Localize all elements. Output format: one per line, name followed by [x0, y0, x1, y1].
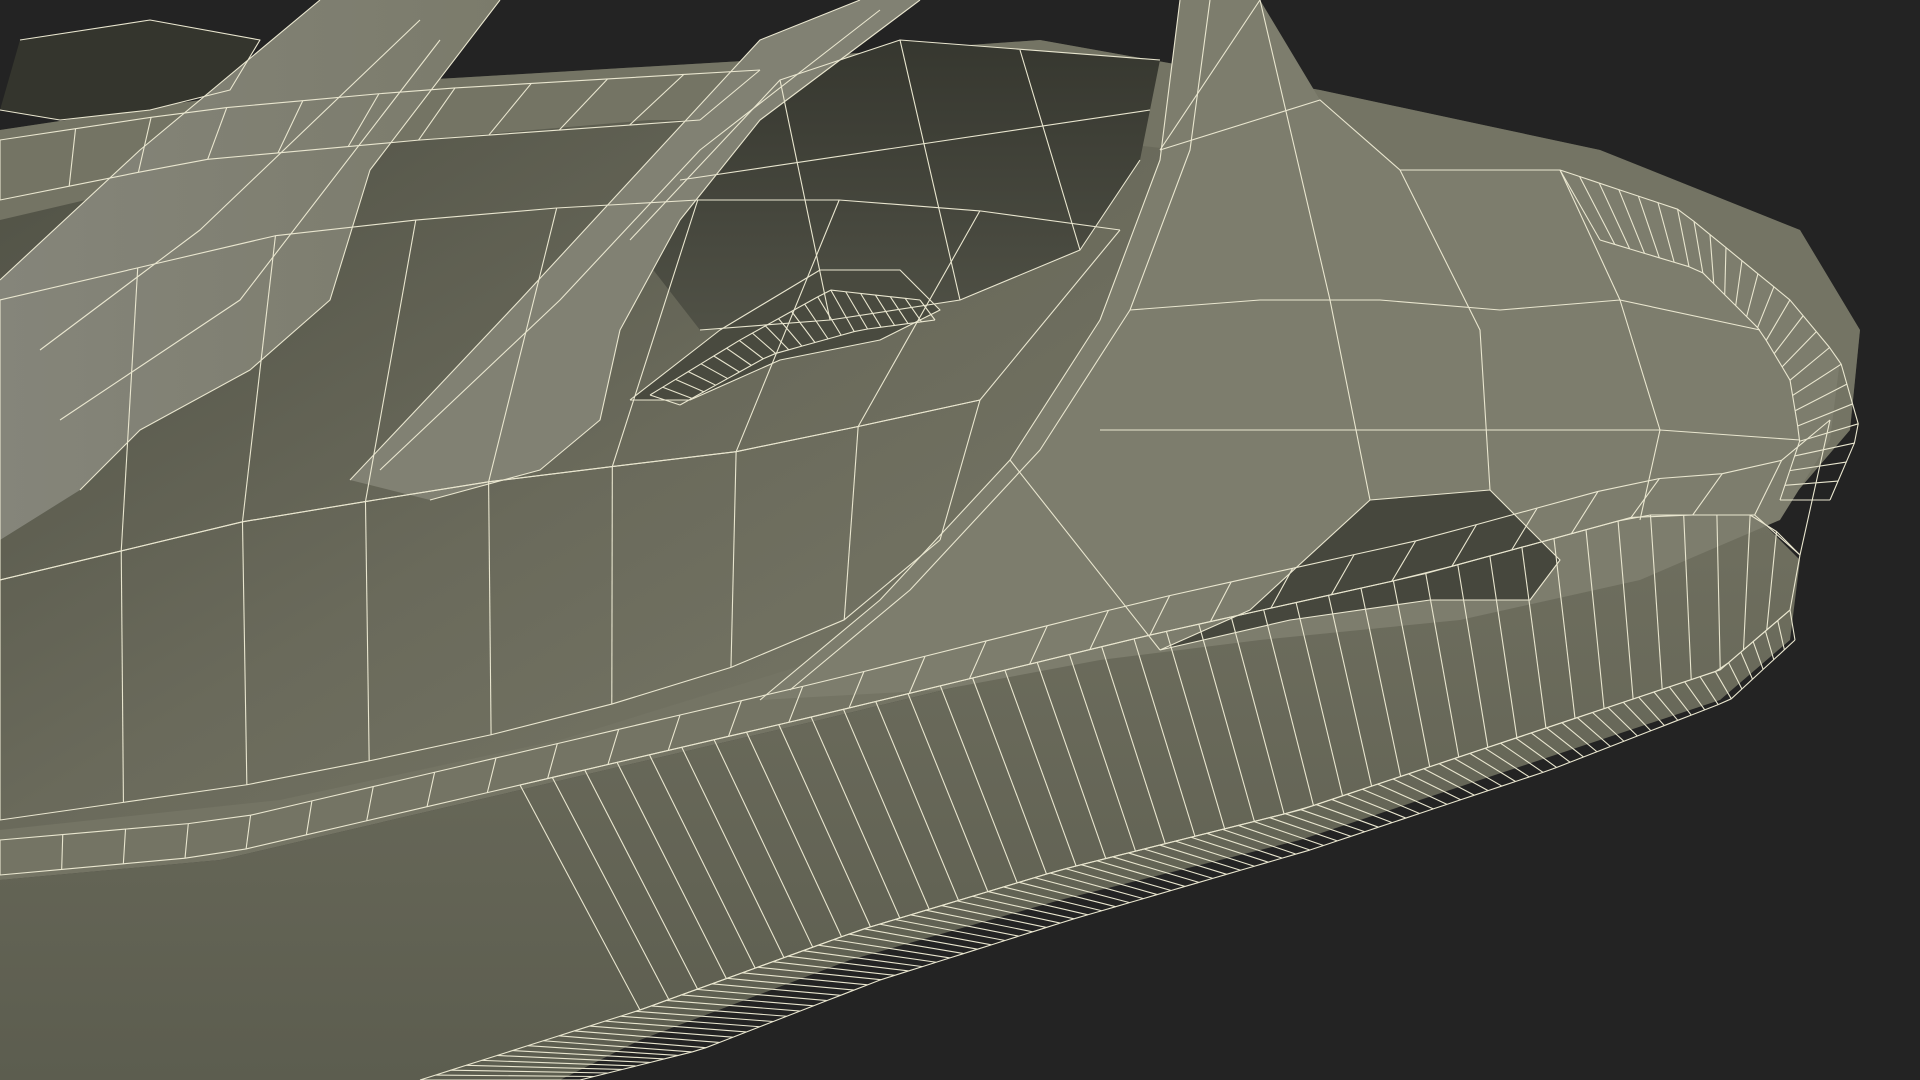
render-viewport [0, 0, 1920, 1080]
sandal-wireframe-render [0, 0, 1860, 1080]
footbed-grid-rung [611, 466, 613, 705]
mesh-surfaces [0, 0, 1860, 1080]
